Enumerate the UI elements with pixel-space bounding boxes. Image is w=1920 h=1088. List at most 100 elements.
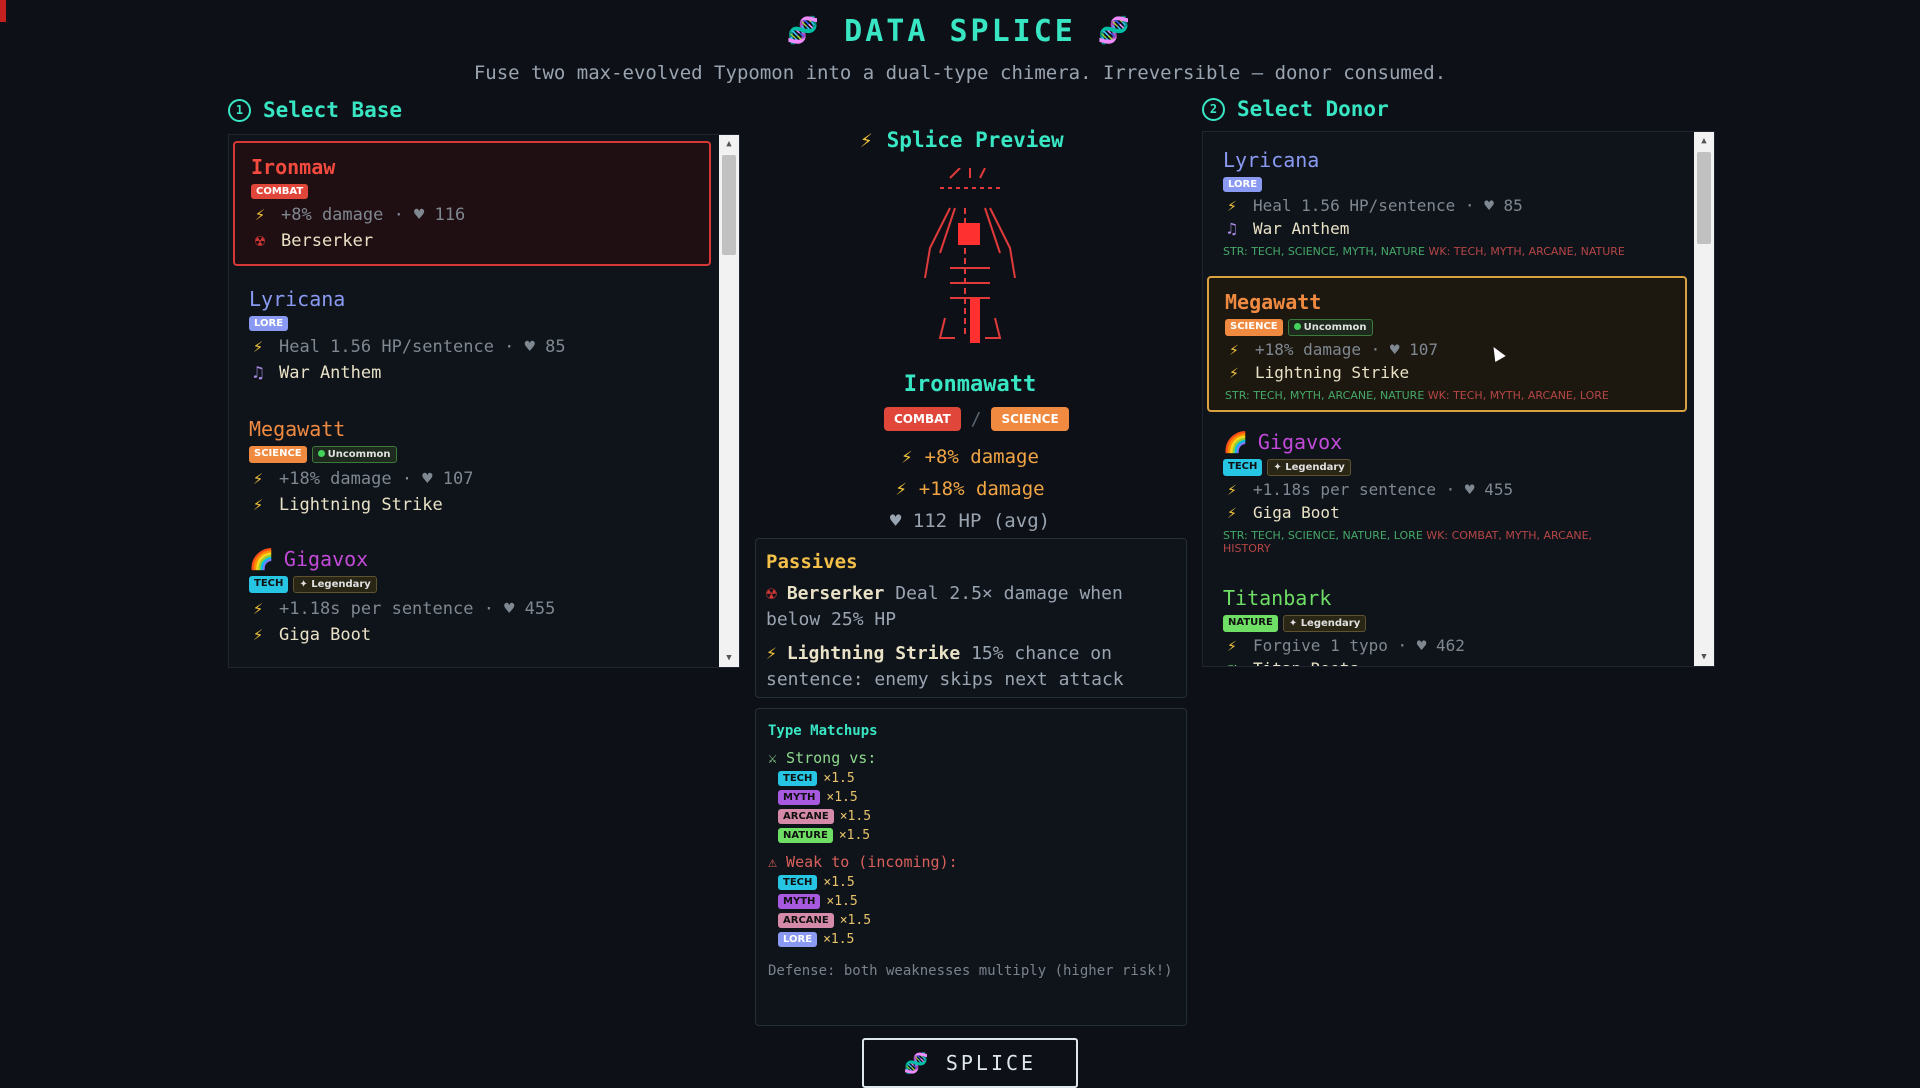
donor-card-titanbark[interactable]: Titanbark NATURE ✦ Legendary ⚡ Forgive 1 … [1207,574,1687,666]
card-skill: Giga Boot [1253,503,1340,522]
rainbow-icon: 🌈 [249,547,274,571]
fusion-types: COMBAT / SCIENCE [884,407,1069,431]
matchup-row: TECH ×1.5 [778,875,1174,890]
chimera-art [924,168,1016,343]
donor-card-gigavox[interactable]: 🌈 Gigavox TECH ✦ Legendary ⚡ +1.18s per se… [1207,418,1687,567]
bolt-icon: ⚡ [1229,363,1239,382]
splice-button[interactable]: 🧬 SPLICE [862,1038,1078,1088]
bolt-icon: ⚡ [252,599,264,619]
donor-heading: 2 Select Donor [1202,97,1389,121]
card-skill: Titan Roots [1253,659,1359,666]
bolt-icon: ⚡ [895,478,907,500]
card-stat: +8% damage · ♥ 116 [281,205,466,225]
card-name: Lyricana [1223,148,1320,172]
strengths-weaknesses: STR: TECH, SCIENCE, MYTH, NATURE WK: TEC… [1223,245,1625,258]
rarity-badge: ✦ Legendary [293,576,377,593]
card-skill: Lightning Strike [1255,363,1410,382]
strengths-weaknesses: STR: TECH, SCIENCE, NATURE, LORE WK: COM… [1223,529,1593,555]
berserker-icon: ☢ [766,583,777,604]
matchup-row: LORE ×1.5 [778,932,1174,947]
bolt-icon: ⚡ [252,625,264,645]
berserker-icon: ☢ [254,231,266,251]
bolt-icon: ⚡ [1229,340,1239,359]
bolt-icon: ⚡ [1227,480,1237,499]
matchups-title: Type Matchups [768,723,878,739]
card-name: Lyricana [249,287,346,311]
dna-icon: 🧬 [786,16,823,46]
base-list[interactable]: Ironmaw COMBAT ⚡ +8% damage · ♥ 116 ☢ Bers… [228,134,740,668]
bolt-icon: ⚡ [901,446,913,468]
card-stat: +18% damage · ♥ 107 [1255,340,1439,359]
base-card-ironmaw[interactable]: Ironmaw COMBAT ⚡ +8% damage · ♥ 116 ☢ Bers… [233,141,711,266]
card-stat: +1.18s per sentence · ♥ 455 [279,599,556,619]
donor-scrollbar[interactable]: ▲ ▼ [1694,132,1714,666]
scroll-up-icon[interactable]: ▲ [719,135,739,153]
matchup-row: ARCANE ×1.5 [778,913,1174,928]
type-badge: SCIENCE [991,407,1069,431]
step-one-icon: 1 [228,98,251,122]
type-badge: TECH [1223,459,1263,476]
header: 🧬 DATA SPLICE 🧬 Fuse two max-evolved Typ… [0,10,1920,85]
card-name: Titanbark [1223,586,1332,610]
dna-icon: 🧬 [1097,16,1134,46]
passives-box: Passives ☢ Berserker Deal 2.5× damage whe… [755,538,1187,698]
weak-label: ⚠ Weak to (incoming): [768,853,958,871]
scroll-thumb[interactable] [722,155,736,255]
bolt-icon: ⚡ [860,128,873,152]
scroll-down-icon[interactable]: ▼ [719,649,739,667]
matchup-row: MYTH ×1.5 [778,894,1174,909]
preview-heading: ⚡ Splice Preview [860,128,1064,152]
bolt-icon: ⚡ [1227,636,1237,655]
defense-note: Defense: both weaknesses multiply (highe… [768,963,1173,979]
bolt-icon: ⚡ [766,643,777,664]
rarity-badge: ✦ Legendary [1282,615,1367,632]
base-scrollbar[interactable]: ▲ ▼ [719,135,739,667]
matchup-row: ARCANE ×1.5 [778,809,1174,824]
page-title: 🧬 DATA SPLICE 🧬 [786,13,1134,49]
card-name: Ironmaw [251,155,336,179]
matchup-row: TECH ×1.5 [778,771,1174,786]
passives-title: Passives [766,551,858,573]
rarity-badge: Uncommon [1287,319,1373,336]
step-two-icon: 2 [1202,97,1225,121]
strong-label: ⚔ Strong vs: [768,749,877,767]
card-skill: Giga Boot [279,625,372,645]
matchup-row: MYTH ×1.5 [778,790,1174,805]
music-note-icon: ♫ [1227,219,1237,238]
card-name: Gigavox [283,547,369,571]
donor-card-lyricana[interactable]: Lyricana LORE ⚡ Heal 1.56 HP/sentence · ♥… [1207,136,1687,270]
donor-card-megawatt[interactable]: Megawatt SCIENCE Uncommon ⚡ +18% damage ·… [1207,276,1687,412]
type-badge: SCIENCE [1225,319,1283,336]
leaf-icon: ❦ [1223,659,1241,666]
card-stat: +1.18s per sentence · ♥ 455 [1253,480,1514,499]
card-skill: Berserker [281,231,374,251]
bolt-icon: ⚡ [1227,196,1237,215]
bolt-icon: ⚡ [254,205,266,225]
type-badge: COMBAT [884,407,961,431]
scroll-thumb[interactable] [1697,152,1711,244]
dna-icon: 🧬 [903,1051,932,1075]
matchups-box: Type Matchups ⚔ Strong vs: TECH ×1.5 MYTH… [755,708,1187,1026]
bolt-icon: ⚡ [252,337,264,357]
bolt-icon: ⚡ [1227,503,1237,522]
base-heading: 1 Select Base [228,98,402,122]
matchup-row: NATURE ×1.5 [778,828,1174,843]
rarity-badge: ✦ Legendary [1267,459,1351,476]
scroll-down-icon[interactable]: ▼ [1694,648,1714,666]
scroll-up-icon[interactable]: ▲ [1694,132,1714,150]
base-card-gigavox[interactable]: 🌈 Gigavox TECH ✦ Legendary ⚡ +1.18s per se… [233,535,711,657]
card-name: Megawatt [249,417,346,441]
strengths-weaknesses: STR: TECH, MYTH, ARCANE, NATURE WK: TECH… [1225,389,1609,402]
card-stat: Heal 1.56 HP/sentence · ♥ 85 [279,337,566,357]
donor-list[interactable]: Lyricana LORE ⚡ Heal 1.56 HP/sentence · ♥… [1202,131,1715,667]
card-name: Gigavox [1257,430,1343,454]
type-badge: NATURE [1223,615,1278,632]
card-name: Megawatt [1225,290,1322,314]
card-stat: Heal 1.56 HP/sentence · ♥ 85 [1253,196,1523,215]
type-badge: TECH [249,576,289,593]
type-badge: COMBAT [251,184,309,199]
passive-item: ☢ Berserker Deal 2.5× damage when below 2… [766,583,1123,630]
type-badge: LORE [1223,177,1263,192]
passive-item: ⚡ Lightning Strike 15% chance on sentence… [766,643,1124,690]
rainbow-icon: 🌈 [1223,430,1248,454]
